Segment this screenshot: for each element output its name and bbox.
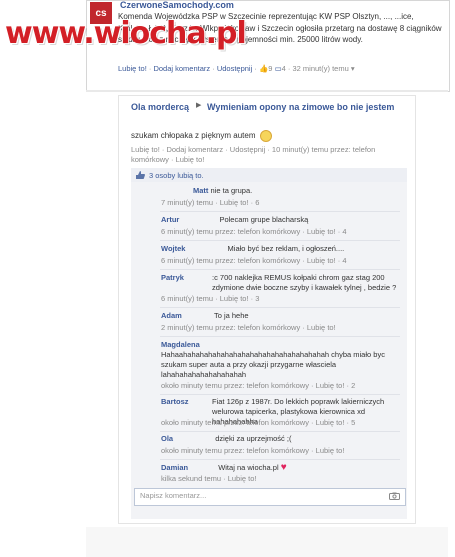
comment-author[interactable]: Bartosz — [161, 397, 189, 406]
like-link[interactable]: Lubię to! — [118, 64, 147, 73]
comment-meta[interactable]: około minuty temu przez: telefon komórko… — [161, 418, 401, 428]
comment-text: nie ta grupa. — [210, 186, 253, 195]
comment-input-placeholder[interactable]: Napisz komentarz... — [140, 491, 206, 500]
post-time: 32 minut(y) temu — [292, 64, 349, 73]
comment-meta[interactable]: 6 minut(y) temu przez: telefon komórkowy… — [161, 256, 401, 266]
comment-divider — [160, 431, 400, 432]
comment-artur: Artur Polecam grupe blacharską — [161, 215, 401, 225]
post-author-link[interactable]: Ola mordercą — [131, 101, 191, 113]
comment-damian: Damian Witaj na wiocha.pl ♥ — [161, 463, 401, 473]
watermark-logo: www.wiocha.pl — [5, 16, 247, 51]
comment-divider — [160, 307, 400, 308]
comment-text: Hahaahahahahahahahahahahahahahahahahahah… — [161, 350, 385, 379]
comment-link[interactable]: Dodaj komentarz — [153, 64, 210, 73]
comment-divider — [160, 394, 400, 395]
share-link[interactable]: Udostępnij — [217, 64, 252, 73]
comment-meta[interactable]: około minuty temu przez: telefon komórko… — [161, 381, 401, 391]
comment-text: To ja hehe — [213, 311, 249, 320]
comment-author[interactable]: Matt — [193, 186, 208, 195]
comment-adam: Adam To ja hehe — [161, 311, 401, 321]
comment-meta[interactable]: 6 minut(y) temu · Lubię to! · 3 — [161, 294, 401, 304]
likes-count[interactable]: 9 — [268, 64, 272, 73]
comment-divider — [160, 211, 400, 212]
arrow-icon: ▶ — [196, 102, 202, 109]
comment-meta[interactable]: około minuty temu przez: telefon komórko… — [161, 446, 401, 456]
thumb-icon: 👍 — [258, 64, 269, 73]
post-text-content: szukam chłopaka z pięknym autem — [131, 131, 256, 141]
comment-magdalena: Magdalena Hahaahahahahahahahahahahahahah… — [161, 340, 401, 380]
post-text: szukam chłopaka z pięknym autem — [131, 130, 272, 142]
page-name-link[interactable]: CzerwoneSamochody.com — [120, 0, 234, 10]
comment-text: dzięki za uprzejmość ;( — [215, 434, 292, 443]
post-meta[interactable]: Lubię to! · Dodaj komentarz · Udostępnij… — [131, 145, 401, 165]
comment-author[interactable]: Artur — [161, 215, 179, 224]
heart-icon: ♥ — [280, 462, 287, 473]
comment-meta[interactable]: 7 minut(y) temu · Lubię to! · 6 — [161, 198, 401, 208]
comments-count[interactable]: 4 — [282, 64, 286, 73]
comment-text: :c 700 naklejka REMUS kołpaki chrom gaz … — [212, 273, 397, 292]
comment-wojtek: Wojtek Miało być bez reklam, i ogłoszeń.… — [161, 244, 401, 254]
post-target-link[interactable]: Wymieniam opony na zimowe bo nie jestem — [207, 101, 407, 113]
smile-icon — [259, 130, 272, 142]
comment-ola: Ola dzięki za uprzejmość ;( — [161, 434, 401, 444]
comment-author[interactable]: Damian — [161, 463, 188, 472]
comment-divider — [160, 336, 400, 337]
bottom-strip — [86, 527, 448, 557]
comment-author[interactable]: Wojtek — [161, 244, 185, 253]
comment-divider — [160, 459, 400, 460]
comment-icon: ▭ — [274, 64, 282, 73]
comment-author[interactable]: Adam — [161, 311, 182, 320]
comment-divider — [160, 269, 400, 270]
comment-meta[interactable]: 2 minut(y) temu przez: telefon komórkowy… — [161, 323, 401, 333]
top-post-divider — [86, 90, 448, 92]
thumb-up-icon — [136, 171, 145, 179]
comment-meta[interactable]: 6 minut(y) temu przez: telefon komórkowy… — [161, 227, 401, 237]
comment-divider — [160, 240, 400, 241]
camera-icon[interactable] — [389, 492, 400, 500]
comment-author[interactable]: Ola — [161, 434, 173, 443]
comment-text: Witaj na wiocha.pl — [218, 463, 279, 472]
comment-text: Polecam grupe blacharską — [219, 215, 309, 224]
comment-matt: Matt nie ta grupa. — [193, 186, 433, 196]
comment-author[interactable]: Patryk — [161, 273, 184, 282]
comment-meta[interactable]: kilka sekund temu · Lubię to! — [161, 474, 401, 484]
likes-text[interactable]: 3 osoby lubią to. — [149, 171, 204, 180]
comment-text: Miało być bez reklam, i ogłoszeń.... — [227, 244, 345, 253]
comment-author[interactable]: Magdalena — [161, 340, 401, 350]
top-post-meta: Lubię to! · Dodaj komentarz · Udostępnij… — [118, 64, 355, 73]
